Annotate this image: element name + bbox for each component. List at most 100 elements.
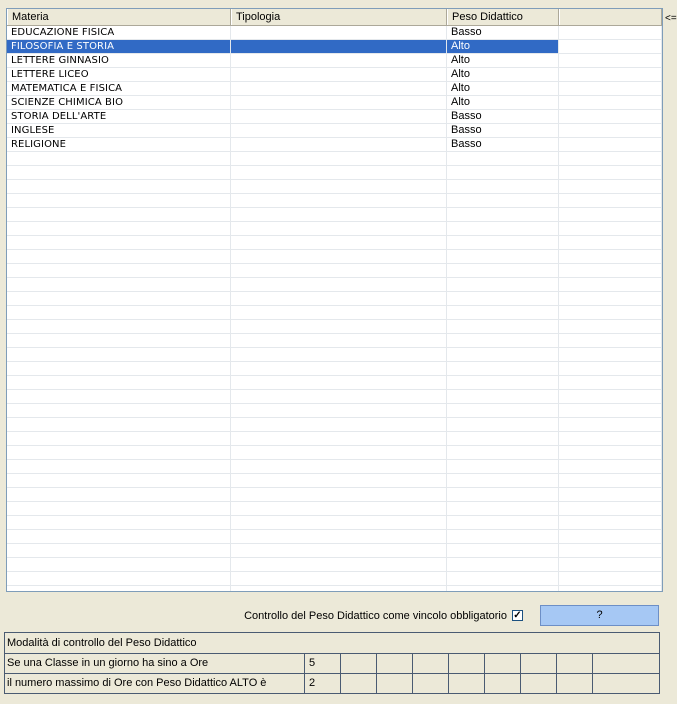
cell-empty <box>559 586 662 591</box>
empty-table-row[interactable] <box>7 236 662 250</box>
empty-table-row[interactable] <box>7 390 662 404</box>
empty-table-row[interactable] <box>7 278 662 292</box>
empty-table-row[interactable] <box>7 166 662 180</box>
table-row[interactable]: LETTERE LICEO Alto <box>7 68 662 82</box>
panel-cell[interactable] <box>377 654 413 673</box>
cell-materia <box>7 208 231 221</box>
table-row[interactable]: MATEMATICA E FISICA Alto <box>7 82 662 96</box>
max-high-value-cell[interactable]: 2 <box>305 674 341 694</box>
panel-cell[interactable] <box>377 674 413 694</box>
empty-table-row[interactable] <box>7 250 662 264</box>
empty-table-row[interactable] <box>7 502 662 516</box>
cell-tipologia <box>231 376 447 389</box>
empty-table-row[interactable] <box>7 152 662 166</box>
panel-cell[interactable] <box>593 654 659 673</box>
empty-table-row[interactable] <box>7 292 662 306</box>
cell-tipologia <box>231 460 447 473</box>
panel-cell[interactable] <box>341 654 377 673</box>
column-header-peso-didattico[interactable]: Peso Didattico <box>447 9 559 25</box>
help-button[interactable]: ? <box>540 605 659 626</box>
empty-table-row[interactable] <box>7 320 662 334</box>
table-row[interactable]: SCIENZE CHIMICA BIO Alto <box>7 96 662 110</box>
cell-peso-didattico <box>447 432 559 445</box>
empty-table-row[interactable] <box>7 516 662 530</box>
empty-table-row[interactable] <box>7 362 662 376</box>
cell-tipologia <box>231 362 447 375</box>
cell-peso-didattico: Alto <box>447 54 559 67</box>
cell-empty <box>559 348 662 361</box>
cell-tipologia <box>231 306 447 319</box>
collapse-arrow-label[interactable]: <= <box>665 13 677 24</box>
cell-tipologia <box>231 432 447 445</box>
empty-table-row[interactable] <box>7 558 662 572</box>
empty-table-row[interactable] <box>7 334 662 348</box>
column-header-materia[interactable]: Materia <box>7 9 231 25</box>
empty-table-row[interactable] <box>7 264 662 278</box>
empty-table-row[interactable] <box>7 418 662 432</box>
cell-peso-didattico <box>447 558 559 571</box>
cell-empty <box>559 390 662 403</box>
panel-cell[interactable] <box>413 654 449 673</box>
panel-cell[interactable] <box>485 674 521 694</box>
cell-peso-didattico <box>447 348 559 361</box>
cell-tipologia <box>231 68 447 81</box>
cell-empty <box>559 138 662 151</box>
cell-empty <box>559 152 662 165</box>
table-row[interactable]: INGLESE Basso <box>7 124 662 138</box>
empty-table-row[interactable] <box>7 348 662 362</box>
cell-materia: MATEMATICA E FISICA <box>7 82 231 95</box>
panel-cell[interactable] <box>593 674 659 694</box>
empty-table-row[interactable] <box>7 488 662 502</box>
empty-table-row[interactable] <box>7 194 662 208</box>
empty-table-row[interactable] <box>7 474 662 488</box>
table-row[interactable]: STORIA DELL'ARTE Basso <box>7 110 662 124</box>
hours-value-cell[interactable]: 5 <box>305 654 341 673</box>
cell-tipologia <box>231 40 447 53</box>
cell-peso-didattico <box>447 544 559 557</box>
cell-peso-didattico <box>447 222 559 235</box>
panel-row-hours: Se una Classe in un giorno ha sino a Ore… <box>5 654 659 674</box>
empty-table-row[interactable] <box>7 222 662 236</box>
panel-cell[interactable] <box>413 674 449 694</box>
table-row[interactable]: RELIGIONE Basso <box>7 138 662 152</box>
empty-table-row[interactable] <box>7 572 662 586</box>
empty-table-row[interactable] <box>7 544 662 558</box>
panel-cell[interactable] <box>521 654 557 673</box>
table-row[interactable]: EDUCAZIONE FISICA Basso <box>7 26 662 40</box>
cell-empty <box>559 82 662 95</box>
cell-peso-didattico <box>447 516 559 529</box>
panel-title: Modalità di controllo del Peso Didattico <box>5 633 659 654</box>
cell-tipologia <box>231 194 447 207</box>
empty-table-row[interactable] <box>7 432 662 446</box>
panel-cell[interactable] <box>521 674 557 694</box>
empty-table-row[interactable] <box>7 586 662 591</box>
panel-cell[interactable] <box>557 674 593 694</box>
cell-materia <box>7 390 231 403</box>
cell-materia <box>7 292 231 305</box>
cell-empty <box>559 166 662 179</box>
cell-tipologia <box>231 418 447 431</box>
cell-peso-didattico <box>447 194 559 207</box>
table-row[interactable]: LETTERE GINNASIO Alto <box>7 54 662 68</box>
empty-table-row[interactable] <box>7 306 662 320</box>
panel-cell[interactable] <box>449 654 485 673</box>
empty-table-row[interactable] <box>7 208 662 222</box>
panel-cell[interactable] <box>485 654 521 673</box>
empty-table-row[interactable] <box>7 460 662 474</box>
panel-cell[interactable] <box>341 674 377 694</box>
cell-materia <box>7 362 231 375</box>
table-row[interactable]: FILOSOFIA E STORIA Alto <box>7 40 662 54</box>
control-mode-panel: Modalità di controllo del Peso Didattico… <box>4 632 660 694</box>
panel-cell[interactable] <box>557 654 593 673</box>
panel-cell[interactable] <box>449 674 485 694</box>
empty-table-row[interactable] <box>7 530 662 544</box>
mandatory-constraint-checkbox[interactable]: ✓ <box>512 610 523 621</box>
cell-tipologia <box>231 558 447 571</box>
cell-empty <box>559 530 662 543</box>
cell-materia <box>7 348 231 361</box>
empty-table-row[interactable] <box>7 446 662 460</box>
empty-table-row[interactable] <box>7 376 662 390</box>
column-header-tipologia[interactable]: Tipologia <box>231 9 447 25</box>
empty-table-row[interactable] <box>7 404 662 418</box>
empty-table-row[interactable] <box>7 180 662 194</box>
